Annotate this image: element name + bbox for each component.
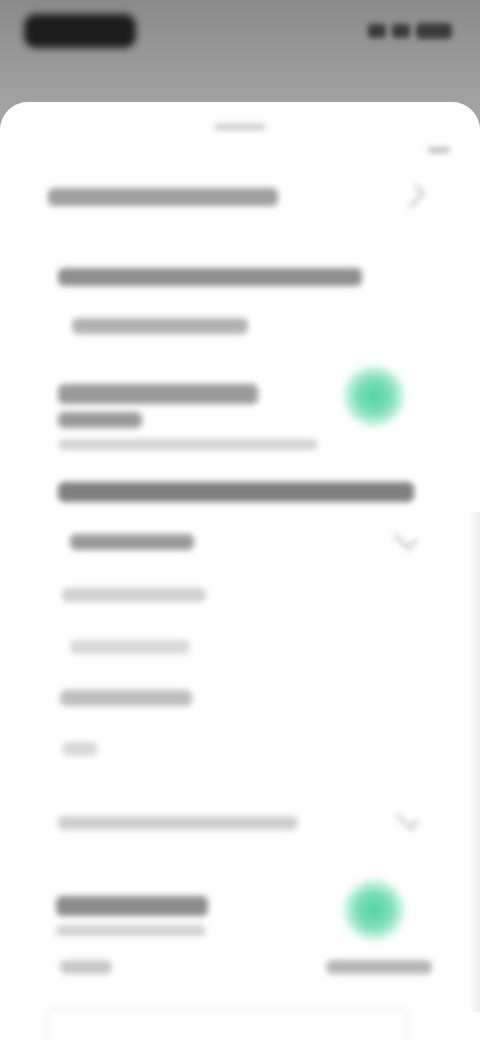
toggle-2-label-text xyxy=(56,896,208,916)
section-2-item-label xyxy=(62,588,206,602)
divider xyxy=(48,858,432,859)
chevron-down-icon xyxy=(395,806,420,831)
chevron-right-icon xyxy=(401,184,426,209)
header-row-label xyxy=(48,188,278,206)
dropdown-label xyxy=(58,816,298,830)
divider xyxy=(48,242,432,243)
chevron-down-icon xyxy=(393,526,418,551)
section-2-item[interactable] xyxy=(70,640,190,654)
toggle-1-sub xyxy=(58,438,318,450)
status-bar xyxy=(0,0,480,90)
scrollbar[interactable] xyxy=(470,512,480,1012)
divider xyxy=(48,570,432,571)
toggle-1-label xyxy=(58,384,258,404)
battery-icon xyxy=(416,23,452,39)
section-2-heading xyxy=(58,482,414,502)
dropdown-row[interactable] xyxy=(58,816,298,830)
toggle-2-sub-text xyxy=(56,925,206,936)
section-1-item[interactable] xyxy=(72,318,248,334)
section-2-item-label xyxy=(70,534,194,550)
section-2-item-label xyxy=(60,690,192,706)
bottom-input-field[interactable] xyxy=(46,1008,408,1040)
section-2-item-label xyxy=(70,640,190,654)
footer-right[interactable] xyxy=(326,960,432,974)
section-2-item-label xyxy=(62,742,98,756)
section-2-item[interactable] xyxy=(60,690,192,706)
wifi-icon xyxy=(392,24,410,38)
toggle-2-label xyxy=(56,896,208,916)
signal-icon xyxy=(368,24,386,38)
footer-left xyxy=(60,960,112,974)
section-1-heading-text xyxy=(58,268,362,286)
toggle-2-sub xyxy=(56,924,206,936)
toggle-1-switch[interactable] xyxy=(342,364,406,428)
toggle-1-label-line2 xyxy=(58,412,142,428)
bottom-sheet xyxy=(0,102,480,1040)
status-time xyxy=(24,14,136,48)
section-2-item[interactable] xyxy=(62,742,98,756)
toggle-2-switch[interactable] xyxy=(342,878,406,942)
status-icons xyxy=(368,22,452,40)
divider xyxy=(48,792,432,793)
sheet-title xyxy=(210,122,270,132)
header-row[interactable] xyxy=(48,188,278,206)
section-2-item[interactable] xyxy=(62,588,206,602)
close-icon[interactable] xyxy=(428,148,450,152)
section-2-item[interactable] xyxy=(70,534,194,550)
footer-right-text xyxy=(326,960,432,974)
footer-left-text xyxy=(60,960,112,974)
toggle-1-label-text xyxy=(58,384,258,404)
section-2-heading-text xyxy=(58,482,414,502)
section-1-heading xyxy=(58,268,362,286)
toggle-1-sub-text xyxy=(58,439,318,450)
toggle-1-label-line2-text xyxy=(58,412,142,428)
section-1-item-label xyxy=(72,318,248,334)
